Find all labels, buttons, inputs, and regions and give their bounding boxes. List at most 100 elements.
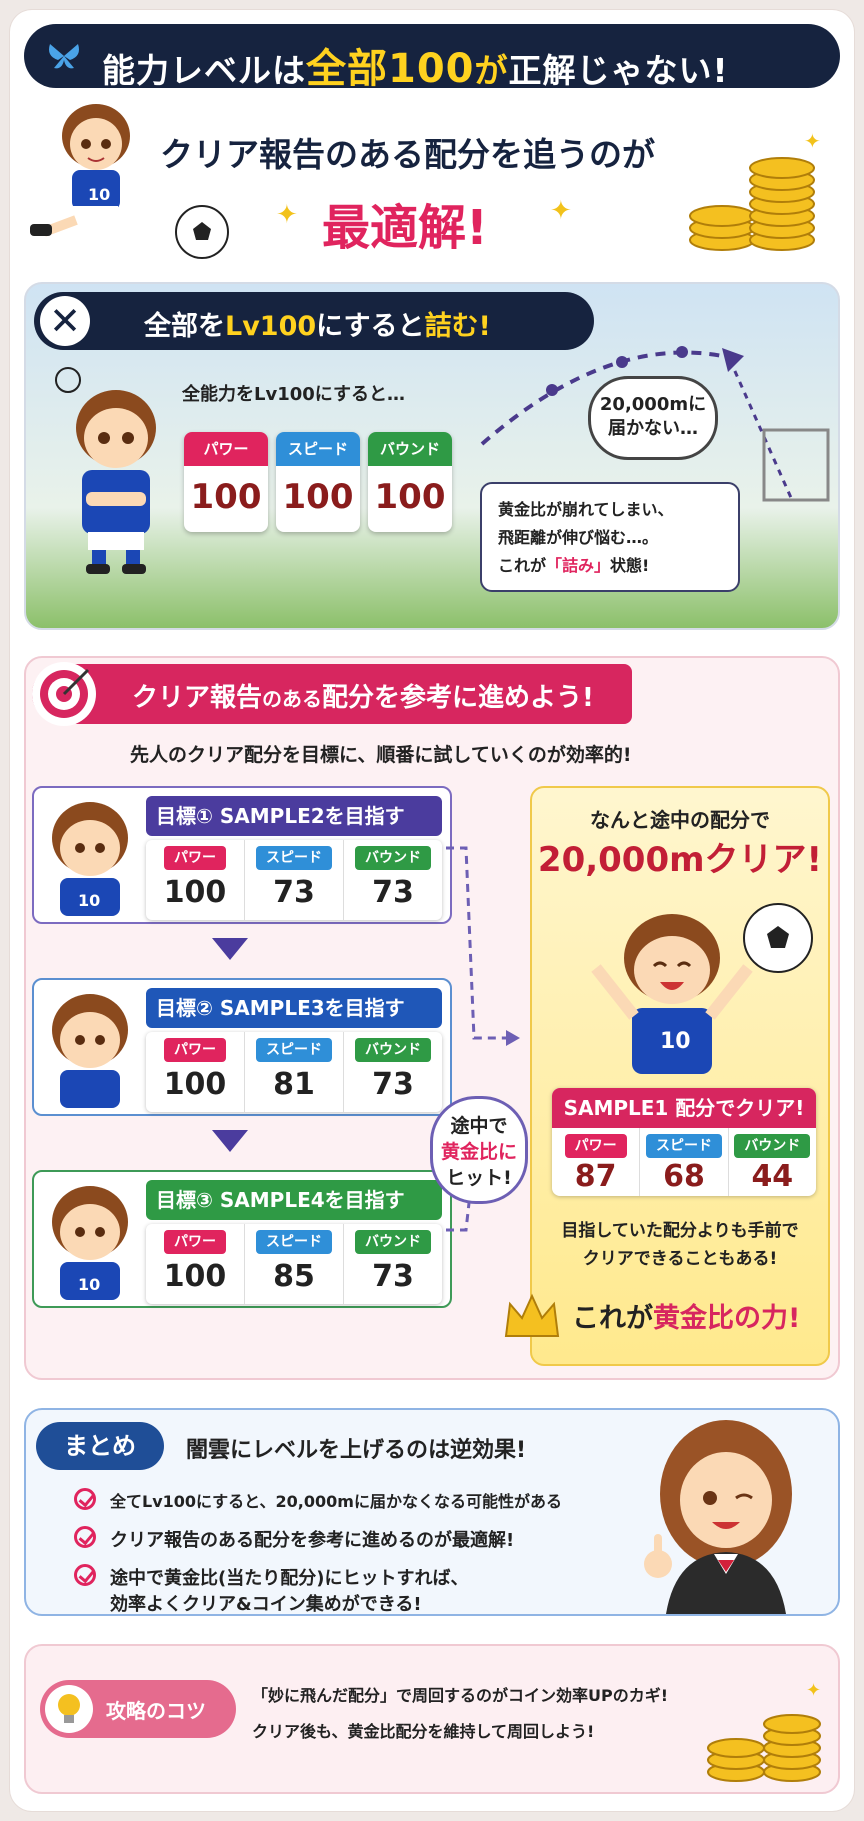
result-stats: パワー 87 スピード 68 バウンド 44 <box>552 1128 816 1196</box>
crown-icon <box>504 1293 560 1337</box>
stat-speed: スピード 85 <box>245 1224 344 1304</box>
stat-power: パワー 100 <box>146 840 245 920</box>
tips-line: クリア後も、黄金比配分を維持して周回しよう! <box>252 1722 595 1741</box>
note-line: 飛距離が伸び悩む…。 <box>498 528 659 547</box>
bad-note: 黄金比が崩れてしまい、 飛距離が伸び悩む…。 これが「詰み」状態! <box>480 482 740 592</box>
check-icon <box>74 1564 96 1586</box>
stat-label: スピード <box>645 1134 722 1158</box>
title-part: 正解じゃない! <box>508 51 729 90</box>
stat-label: パワー <box>164 1038 226 1062</box>
note-text: これが <box>498 556 547 575</box>
coin-stack-icon: ✦ <box>689 130 821 251</box>
stat-value: 73 <box>273 875 315 910</box>
stat-value: 85 <box>273 1259 315 1294</box>
target-icon <box>32 662 96 726</box>
summary-badge: まとめ <box>36 1422 164 1470</box>
note-line: 黄金比が崩れてしまい、 <box>498 500 674 519</box>
tips-line: 「妙に飛んだ配分」で周回するのがコイン効率UPのカギ! <box>252 1686 669 1705</box>
not-reach-bubble: 20,000mに 届かない… <box>588 376 718 460</box>
title-highlight: 全部100 <box>306 46 475 92</box>
goal-stats: パワー 100 スピード 85 バウンド 73 <box>146 1224 442 1304</box>
subtitle-emphasis: 最適解! <box>322 200 488 256</box>
stat-card-power: パワー 100 <box>184 432 268 532</box>
stat-card-speed: スピード 100 <box>276 432 360 532</box>
summary-item: 途中で黄金比(当たり配分)にヒットすれば、 <box>110 1568 469 1589</box>
stat-value: 73 <box>372 1067 414 1102</box>
goal-title: 目標② SAMPLE3を目指す <box>146 988 442 1028</box>
summary-panel: まとめ 闇雲にレベルを上げるのは逆効果! 全てLv100にすると、20,000m… <box>24 1408 840 1616</box>
note-line: これが「詰み」状態! <box>498 552 722 580</box>
result-line: なんと途中の配分で <box>590 808 770 832</box>
stat-power: パワー 100 <box>146 1032 245 1112</box>
stat-value: 100 <box>190 477 262 517</box>
soccer-ball-icon <box>175 205 229 259</box>
svg-text:10: 10 <box>78 891 100 910</box>
tips-badge-label: 攻略のコツ <box>106 1699 206 1723</box>
result-note: クリアできることもある! <box>582 1249 778 1269</box>
stat-label: スピード <box>256 846 332 870</box>
stat-value: 100 <box>163 1067 227 1102</box>
butterfly-icon <box>49 44 79 69</box>
stat-value: 73 <box>372 875 414 910</box>
stat-card-bound: バウンド 100 <box>368 432 452 532</box>
lightbulb-icon <box>45 1685 93 1733</box>
svg-text:10: 10 <box>88 185 110 204</box>
stat-label: バウンド <box>355 1038 431 1062</box>
title-banner: 能力レベルは全部100が正解じゃない! <box>24 24 840 92</box>
stat-label: スピード <box>256 1038 332 1062</box>
summary-item: 全てLv100にすると、20,000mに届かなくなる可能性がある <box>110 1492 562 1511</box>
stat-bound: バウンド 44 <box>729 1128 816 1196</box>
stat-label: パワー <box>164 846 226 870</box>
stat-value: 100 <box>163 875 227 910</box>
summary-item: 効率よくクリア&コイン集めができる! <box>110 1594 422 1615</box>
banner-text: 配分を参考に進めよう! <box>322 683 594 713</box>
sparkle-icon: ✦ <box>550 196 572 226</box>
result-card-title: SAMPLE1 配分でクリア! <box>552 1088 816 1128</box>
stat-value: 87 <box>574 1159 617 1194</box>
stat-bound: バウンド 73 <box>344 840 442 920</box>
goal-2-card: 目標② SAMPLE3を目指す パワー 100 スピード 81 バウンド 73 <box>32 978 452 1116</box>
banner-text: 全部を <box>144 311 225 342</box>
bad-stats: パワー 100 スピード 100 バウンド 100 <box>184 432 452 532</box>
bad-example-panel: ✕ 全部をLv100にすると詰む! 全能力をLv100にすると… パワー 100 … <box>24 282 840 630</box>
stat-value: 73 <box>372 1259 414 1294</box>
plan-lead: 先人のクリア配分を目標に、順番に試していくのが効率的! <box>130 744 632 766</box>
summary-item: クリア報告のある配分を参考に進めるのが最適解! <box>110 1530 515 1551</box>
down-arrow-icon <box>212 938 248 960</box>
stat-value: 100 <box>374 477 446 517</box>
worried-boy-icon <box>55 367 156 574</box>
coin-stack-icon: ✦ <box>707 1680 821 1782</box>
stat-label: スピード <box>276 432 360 466</box>
stat-label: バウンド <box>734 1134 811 1158</box>
tips-panel: 攻略のコツ 「妙に飛んだ配分」で周回するのがコイン効率UPのカギ! クリア後も、… <box>24 1644 840 1794</box>
stat-speed: スピード 81 <box>245 1032 344 1112</box>
goal-stats: パワー 100 スピード 73 バウンド 73 <box>146 840 442 920</box>
boy-fist-icon: 10 <box>52 1186 128 1300</box>
banner-text: のある <box>262 687 323 711</box>
svg-text:10: 10 <box>78 1275 100 1294</box>
stat-value: 100 <box>282 477 354 517</box>
x-mark-icon: ✕ <box>40 296 90 346</box>
goal-1-card: 10 目標① SAMPLE2を目指す パワー 100 スピード 73 バウンド 73 <box>32 786 452 924</box>
stat-value: 44 <box>751 1159 794 1194</box>
stat-value: 81 <box>273 1067 315 1102</box>
bubble-highlight: 黄金比に <box>440 1141 517 1163</box>
result-headline: 20,000mクリア! <box>537 840 823 880</box>
infographic-card: 能力レベルは全部100が正解じゃない! 10 クリア報告のある配分を追うのが ✦… <box>10 10 854 1811</box>
power-highlight: 黄金比の力! <box>653 1303 801 1334</box>
goal-3-card: 10 目標③ SAMPLE4を目指す パワー 100 スピード 85 バウンド 73 <box>32 1170 452 1308</box>
note-text: 状態! <box>610 556 650 575</box>
stat-label: パワー <box>564 1134 627 1158</box>
stat-speed: スピード 73 <box>245 840 344 920</box>
bad-example-title: 全部をLv100にすると詰む! <box>144 304 491 343</box>
bubble-text: 20,000mに 届かない… <box>599 394 707 439</box>
power-text: これが <box>572 1303 653 1334</box>
goal-title: 目標① SAMPLE2を目指す <box>146 796 442 836</box>
svg-text:✦: ✦ <box>806 1680 821 1701</box>
title-part: 能力レベルは <box>102 51 306 90</box>
stat-label: パワー <box>184 432 268 466</box>
page-title: 能力レベルは全部100が正解じゃない! <box>102 36 729 94</box>
note-highlight: 「詰み」 <box>546 556 611 575</box>
goal-title: 目標③ SAMPLE4を目指す <box>146 1180 442 1220</box>
down-arrow-icon <box>212 1130 248 1152</box>
